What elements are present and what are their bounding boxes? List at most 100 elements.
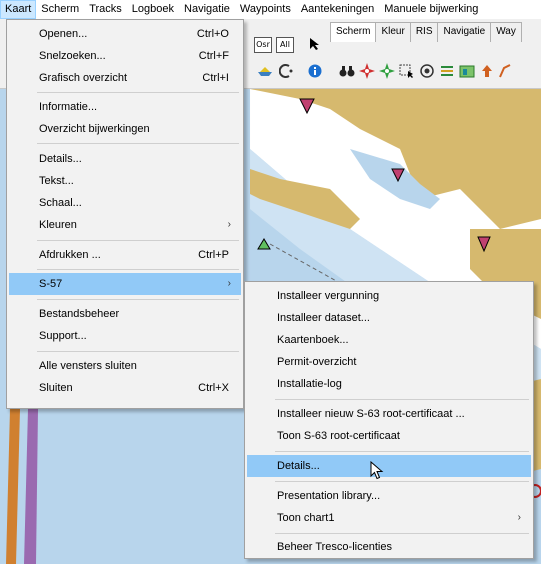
menu-navigatie[interactable]: Navigatie — [179, 0, 235, 19]
toolbar-tabs: Scherm Kleur RIS Navigatie Way — [330, 22, 522, 42]
menu-separator — [37, 92, 239, 93]
menu-item-presentation-library[interactable]: Presentation library... — [247, 485, 531, 507]
menu-item-sluiten[interactable]: Sluiten Ctrl+X — [9, 377, 241, 399]
osr-button[interactable]: Osr — [254, 37, 272, 53]
menu-aantekeningen[interactable]: Aantekeningen — [296, 0, 379, 19]
menu-item-beheer-tresco-licenties[interactable]: Beheer Tresco-licenties — [247, 536, 531, 558]
menu-item-installatie-log[interactable]: Installatie-log — [247, 373, 531, 395]
menu-item-installeer-s63-root[interactable]: Installeer nieuw S-63 root-certificaat .… — [247, 403, 531, 425]
list-icon[interactable] — [438, 62, 456, 80]
menu-scherm[interactable]: Scherm — [36, 0, 84, 19]
menu-item-openen[interactable]: Openen... Ctrl+O — [9, 23, 241, 45]
menubar: Kaart Scherm Tracks Logboek Navigatie Wa… — [0, 0, 541, 19]
tab-navigatie[interactable]: Navigatie — [437, 22, 492, 42]
menu-item-grafisch-overzicht[interactable]: Grafisch overzicht Ctrl+I — [9, 67, 241, 89]
menu-item-snelzoeken[interactable]: Snelzoeken... Ctrl+F — [9, 45, 241, 67]
menu-item-label: Toon chart1 — [277, 512, 335, 524]
menu-item-label: S-57 — [39, 278, 63, 290]
binoculars-icon[interactable] — [338, 62, 356, 80]
compass-green-icon[interactable] — [378, 62, 396, 80]
menu-item-label: Support... — [39, 330, 87, 342]
menu-item-bestandsbeheer[interactable]: Bestandsbeheer — [9, 303, 241, 325]
menu-item-label: Informatie... — [39, 101, 98, 113]
menu-item-alle-vensters-sluiten[interactable]: Alle vensters sluiten — [9, 355, 241, 377]
menu-separator — [37, 351, 239, 352]
menu-item-support[interactable]: Support... — [9, 325, 241, 347]
menu-item-label: Installeer nieuw S-63 root-certificaat .… — [277, 408, 465, 420]
menu-item-label: Kleuren — [39, 219, 77, 231]
menu-item-label: Permit-overzicht — [277, 356, 357, 368]
tab-kleur[interactable]: Kleur — [375, 22, 411, 42]
tab-scherm[interactable]: Scherm — [330, 22, 377, 42]
menu-item-label: Bestandsbeheer — [39, 308, 120, 320]
menu-item-overzicht-bijwerkingen[interactable]: Overzicht bijwerkingen — [9, 118, 241, 140]
menu-item-tekst[interactable]: Tekst... — [9, 170, 241, 192]
menu-item-shortcut: Ctrl+O — [196, 28, 229, 40]
menu-item-kaartenboek[interactable]: Kaartenboek... — [247, 329, 531, 351]
menu-logboek[interactable]: Logboek — [127, 0, 179, 19]
menu-item-installeer-dataset[interactable]: Installeer dataset... — [247, 307, 531, 329]
menu-item-details[interactable]: Details... — [9, 148, 241, 170]
menu-item-shortcut: Ctrl+P — [198, 249, 229, 261]
menu-item-label: Snelzoeken... — [39, 50, 106, 62]
menu-item-shortcut: Ctrl+F — [198, 50, 229, 62]
menu-separator — [275, 533, 529, 534]
menu-item-details[interactable]: Details... — [247, 455, 531, 477]
radar-icon[interactable] — [278, 62, 296, 80]
pointer-tool-icon[interactable] — [306, 35, 324, 53]
menu-item-label: Beheer Tresco-licenties — [277, 541, 392, 553]
menu-item-informatie[interactable]: Informatie... — [9, 96, 241, 118]
menu-item-label: Overzicht bijwerkingen — [39, 123, 150, 135]
menu-item-afdrukken[interactable]: Afdrukken ... Ctrl+P — [9, 244, 241, 266]
s57-submenu: Installeer vergunning Installeer dataset… — [244, 281, 534, 559]
chart-layer-icon[interactable] — [458, 62, 476, 80]
menu-item-toon-chart1[interactable]: Toon chart1 › — [247, 507, 531, 529]
menu-kaart[interactable]: Kaart — [0, 0, 37, 19]
menu-manuele-bijwerking[interactable]: Manuele bijwerking — [379, 0, 483, 19]
kaart-menu: Openen... Ctrl+O Snelzoeken... Ctrl+F Graf… — [6, 19, 244, 409]
info-icon[interactable] — [306, 62, 324, 80]
all-button[interactable]: All — [276, 37, 294, 53]
menu-item-label: Kaartenboek... — [277, 334, 349, 346]
menu-separator — [37, 299, 239, 300]
menu-tracks[interactable]: Tracks — [84, 0, 127, 19]
menu-item-shortcut: Ctrl+X — [198, 382, 229, 394]
chevron-right-icon: › — [517, 512, 521, 523]
tab-waypoints[interactable]: Way — [490, 22, 522, 42]
menu-item-installeer-vergunning[interactable]: Installeer vergunning — [247, 285, 531, 307]
menu-item-label: Sluiten — [39, 382, 73, 394]
menu-item-s57[interactable]: S-57 › — [9, 273, 241, 295]
menu-item-kleuren[interactable]: Kleuren › — [9, 214, 241, 236]
menu-separator — [275, 399, 529, 400]
menu-item-label: Presentation library... — [277, 490, 381, 502]
menu-item-shortcut: Ctrl+I — [202, 72, 229, 84]
menu-item-label: Tekst... — [39, 175, 74, 187]
arrow-up-icon[interactable] — [478, 62, 496, 80]
compass-red-icon[interactable] — [358, 62, 376, 80]
menu-separator — [275, 481, 529, 482]
menu-waypoints[interactable]: Waypoints — [235, 0, 296, 19]
menu-item-label: Installeer vergunning — [277, 290, 380, 302]
menu-item-label: Openen... — [39, 28, 88, 40]
menu-separator — [37, 143, 239, 144]
mouse-pointer-icon — [370, 461, 384, 480]
menu-item-label: Grafisch overzicht — [39, 72, 128, 84]
menu-item-label: Installeer dataset... — [277, 312, 370, 324]
route-icon[interactable] — [496, 62, 514, 80]
chevron-right-icon: › — [227, 278, 231, 289]
tab-ris[interactable]: RIS — [409, 22, 439, 42]
select-area-icon[interactable] — [398, 62, 416, 80]
target-icon[interactable] — [418, 62, 436, 80]
menu-item-label: Schaal... — [39, 197, 82, 209]
menu-item-permit-overzicht[interactable]: Permit-overzicht — [247, 351, 531, 373]
menu-item-label: Afdrukken ... — [39, 249, 101, 261]
menu-item-label: Alle vensters sluiten — [39, 360, 137, 372]
menu-separator — [37, 269, 239, 270]
menu-item-label: Toon S-63 root-certificaat — [277, 430, 400, 442]
ship-icon[interactable] — [256, 62, 274, 80]
menu-item-schaal[interactable]: Schaal... — [9, 192, 241, 214]
chevron-right-icon: › — [227, 219, 231, 230]
menu-separator — [37, 240, 239, 241]
menu-separator — [275, 451, 529, 452]
menu-item-toon-s63-root[interactable]: Toon S-63 root-certificaat — [247, 425, 531, 447]
